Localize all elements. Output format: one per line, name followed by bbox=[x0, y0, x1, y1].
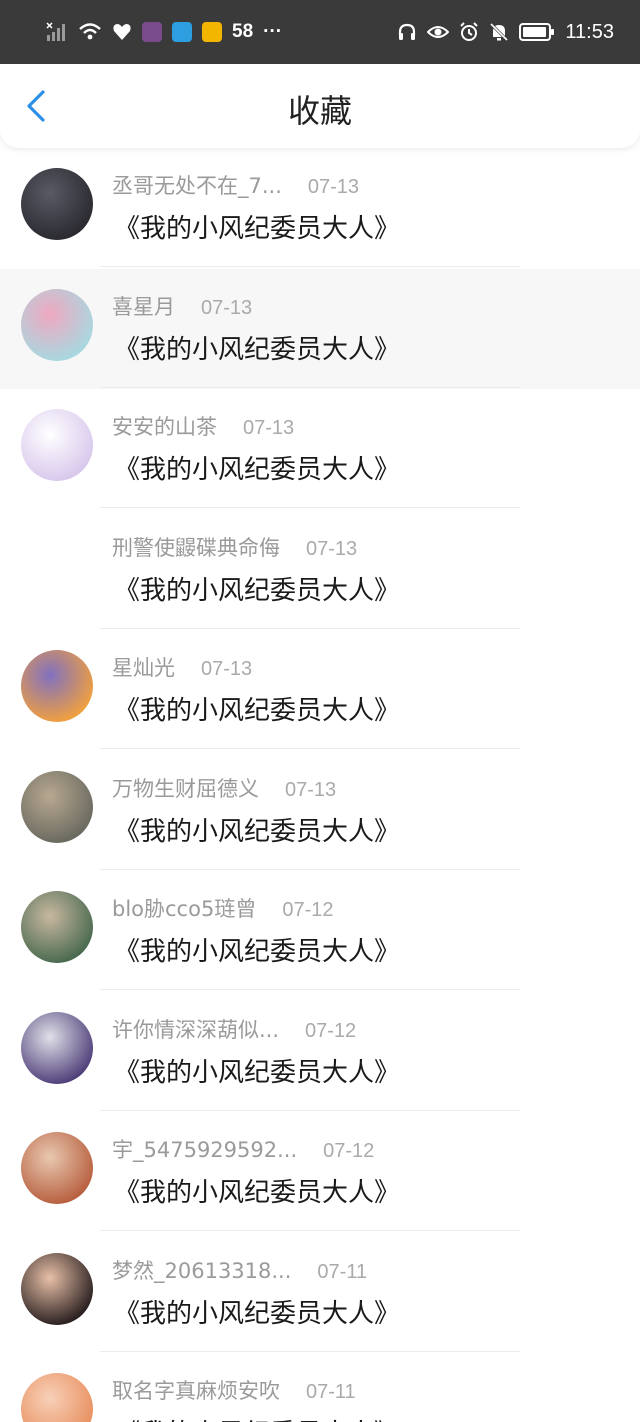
book-title[interactable]: 《我的小风纪委员大人》 bbox=[114, 449, 400, 486]
page-title: 收藏 bbox=[287, 92, 352, 130]
weibo-icon bbox=[202, 22, 222, 42]
item-meta: 星灿光 07-13 bbox=[112, 652, 252, 682]
date: 07-11 bbox=[306, 1381, 356, 1403]
avatar[interactable] bbox=[21, 1132, 93, 1204]
row-divider bbox=[100, 1109, 520, 1111]
item-meta: 刑警使鼹碟典命侮 07-13 bbox=[112, 532, 357, 562]
status-bar: 58 ··· 11:53 bbox=[0, 0, 640, 64]
list-item[interactable]: 梦然_20613318... 07-11 《我的小风纪委员大人》 bbox=[0, 1233, 640, 1354]
row-divider bbox=[100, 627, 520, 629]
avatar[interactable] bbox=[21, 530, 93, 602]
username[interactable]: 万物生财屈德义 bbox=[112, 773, 259, 803]
username[interactable]: 宇_5475929592... bbox=[112, 1134, 297, 1164]
mute-icon bbox=[489, 20, 509, 44]
avatar[interactable] bbox=[21, 288, 93, 361]
row-divider bbox=[100, 266, 520, 267]
eye-icon bbox=[427, 20, 450, 44]
avatar[interactable] bbox=[21, 409, 93, 481]
avatar[interactable] bbox=[21, 891, 93, 963]
item-meta: blo胁cco5琏曾 07-12 bbox=[112, 893, 333, 923]
avatar[interactable] bbox=[21, 770, 93, 843]
book-title[interactable]: 《我的小风纪委员大人》 bbox=[114, 690, 400, 727]
favorites-list: 丞哥无处不在_7... 07-13 《我的小风纪委员大人》 喜星月 07-13 《我的小风… bbox=[0, 148, 640, 1422]
battery-count: 58 bbox=[232, 21, 254, 42]
search-app-icon bbox=[172, 22, 192, 42]
item-meta: 宇_5475929592... 07-12 bbox=[112, 1134, 374, 1164]
item-meta: 梦然_20613318... 07-11 bbox=[112, 1255, 367, 1285]
list-item[interactable]: 宇_5475929592... 07-12 《我的小风纪委员大人》 bbox=[0, 1112, 640, 1233]
date: 07-13 bbox=[306, 537, 358, 560]
book-title[interactable]: 《我的小风纪委员大人》 bbox=[114, 931, 400, 968]
battery-icon bbox=[519, 20, 555, 44]
row-divider bbox=[100, 868, 520, 870]
avatar[interactable] bbox=[21, 1011, 93, 1084]
item-meta: 许你情深深葫似... 07-12 bbox=[112, 1014, 356, 1044]
book-title[interactable]: 《我的小风纪委员大人》 bbox=[114, 329, 400, 366]
book-title[interactable]: 《我的小风纪委员大人》 bbox=[114, 208, 400, 245]
username[interactable]: 星灿光 bbox=[112, 652, 175, 682]
headphones-icon bbox=[397, 20, 417, 44]
date: 07-12 bbox=[305, 1019, 357, 1042]
status-left: 58 ··· bbox=[46, 0, 282, 64]
username[interactable]: 刑警使鼹碟典命侮 bbox=[112, 532, 280, 562]
book-title[interactable]: 《我的小风纪委员大人》 bbox=[114, 811, 400, 848]
date: 07-12 bbox=[282, 899, 334, 921]
avatar[interactable] bbox=[21, 1252, 93, 1325]
list-item[interactable]: blo胁cco5琏曾 07-12 《我的小风纪委员大人》 bbox=[0, 871, 640, 992]
date: 07-13 bbox=[285, 778, 337, 801]
date: 07-13 bbox=[307, 176, 360, 198]
health-icon bbox=[112, 20, 132, 44]
username[interactable]: 取名字真麻烦安吹 bbox=[112, 1375, 280, 1405]
row-divider bbox=[100, 989, 520, 990]
row-divider bbox=[100, 507, 520, 508]
book-title[interactable]: 《我的小风纪委员大人》 bbox=[114, 1172, 400, 1209]
row-divider bbox=[100, 748, 520, 749]
username[interactable]: 丞哥无处不在_7... bbox=[112, 170, 282, 200]
item-meta: 喜星月 07-13 bbox=[112, 291, 252, 321]
wifi-icon bbox=[78, 20, 102, 44]
date: 07-13 bbox=[201, 658, 253, 680]
book-title[interactable]: 《我的小风纪委员大人》 bbox=[114, 1293, 400, 1330]
item-meta: 取名字真麻烦安吹 07-11 bbox=[112, 1375, 356, 1405]
book-title[interactable]: 《我的小风纪委员大人》 bbox=[114, 1413, 400, 1422]
list-item[interactable]: 万物生财屈德义 07-13 《我的小风纪委员大人》 bbox=[0, 751, 640, 872]
list-item[interactable]: 安安的山茶 07-13 《我的小风纪委员大人》 bbox=[0, 389, 640, 510]
status-time: 11:53 bbox=[565, 20, 614, 43]
app-avatar-icon bbox=[142, 22, 162, 42]
signal-icon bbox=[46, 20, 68, 44]
list-item[interactable]: 星灿光 07-13 《我的小风纪委员大人》 bbox=[0, 630, 640, 751]
avatar[interactable] bbox=[21, 168, 93, 240]
date: 07-12 bbox=[323, 1140, 375, 1162]
alarm-icon bbox=[459, 20, 479, 44]
username[interactable]: 许你情深深葫似... bbox=[112, 1014, 279, 1044]
date: 07-13 bbox=[201, 296, 253, 319]
avatar[interactable] bbox=[21, 650, 93, 722]
book-title[interactable]: 《我的小风纪委员大人》 bbox=[114, 1052, 400, 1089]
date: 07-13 bbox=[243, 417, 295, 439]
list-item[interactable]: 刑警使鼹碟典命侮 07-13 《我的小风纪委员大人》 bbox=[0, 510, 640, 631]
list-item[interactable]: 取名字真麻烦安吹 07-11 《我的小风纪委员大人》 bbox=[0, 1353, 640, 1422]
list-item[interactable]: 喜星月 07-13 《我的小风纪委员大人》 bbox=[0, 268, 640, 389]
row-divider bbox=[100, 1230, 520, 1231]
avatar[interactable] bbox=[21, 1373, 93, 1422]
item-meta: 安安的山茶 07-13 bbox=[112, 411, 294, 441]
username[interactable]: 梦然_20613318... bbox=[112, 1255, 291, 1285]
overflow-indicator: ··· bbox=[263, 21, 283, 42]
row-divider bbox=[100, 1350, 520, 1352]
item-meta: 万物生财屈德义 07-13 bbox=[112, 773, 336, 803]
date: 07-11 bbox=[317, 1260, 368, 1283]
list-item[interactable]: 许你情深深葫似... 07-12 《我的小风纪委员大人》 bbox=[0, 992, 640, 1113]
status-right: 11:53 bbox=[397, 0, 614, 64]
book-title[interactable]: 《我的小风纪委员大人》 bbox=[114, 570, 400, 607]
item-meta: 丞哥无处不在_7... 07-13 bbox=[112, 170, 359, 200]
username[interactable]: blo胁cco5琏曾 bbox=[112, 893, 256, 923]
row-divider bbox=[100, 386, 520, 388]
list-item[interactable]: 丞哥无处不在_7... 07-13 《我的小风纪委员大人》 bbox=[0, 148, 640, 269]
header: 收藏 bbox=[0, 64, 640, 148]
username[interactable]: 喜星月 bbox=[112, 291, 175, 321]
username[interactable]: 安安的山茶 bbox=[112, 411, 217, 441]
